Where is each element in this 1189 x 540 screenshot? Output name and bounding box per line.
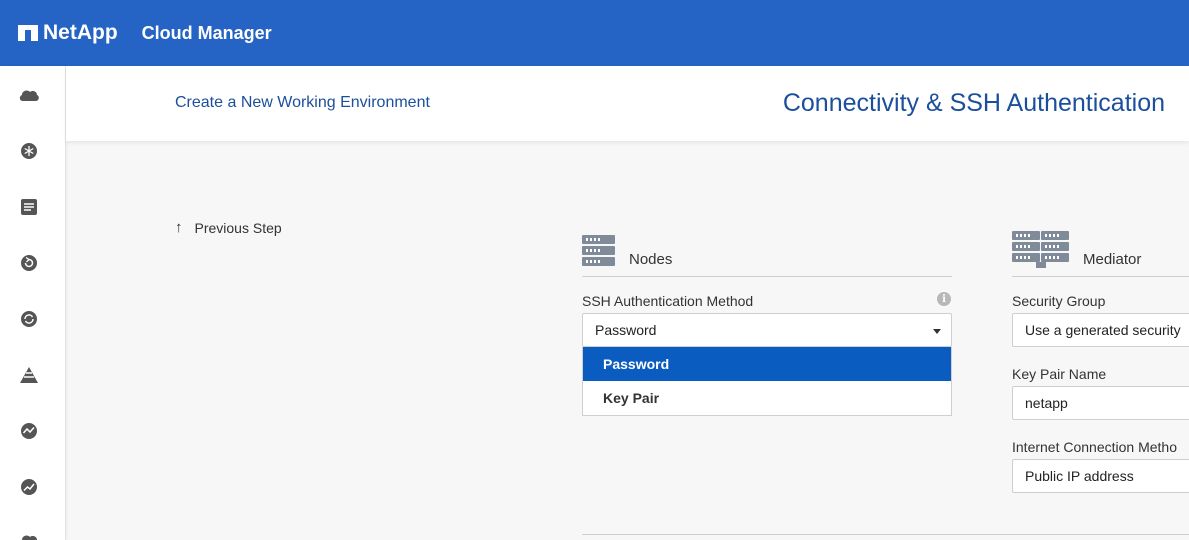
previous-step-label: Previous Step (194, 219, 282, 236)
security-group-select[interactable]: Use a generated security (1012, 313, 1189, 347)
partial-nav-icon[interactable] (18, 528, 40, 540)
cloud-icon[interactable] (18, 84, 40, 106)
internet-connection-value: Public IP address (1025, 468, 1134, 484)
analytics-icon[interactable] (18, 476, 40, 498)
product-name: Cloud Manager (141, 22, 272, 43)
top-bar: NetApp Cloud Manager (0, 0, 1189, 66)
key-pair-select[interactable]: netapp (1012, 386, 1189, 420)
server-icon (582, 235, 615, 266)
option-key-pair[interactable]: Key Pair (583, 381, 951, 415)
page-title: Connectivity & SSH Authentication (782, 89, 1165, 117)
security-group-label: Security Group (1012, 293, 1106, 309)
mediator-section-header: Mediator (1012, 222, 1189, 277)
brand-name: NetApp (43, 21, 118, 44)
caret-down-icon (933, 329, 941, 334)
backup-icon[interactable] (18, 252, 40, 274)
ssh-auth-select[interactable]: Password (582, 313, 952, 347)
ssh-auth-dropdown: Password Key Pair (582, 347, 952, 416)
mediator-servers-icon (1012, 231, 1069, 276)
nodes-section-header: Nodes (582, 222, 952, 277)
mediator-title: Mediator (1083, 251, 1142, 268)
tiering-icon[interactable] (18, 364, 40, 386)
nodes-title: Nodes (629, 251, 673, 268)
monitor-icon[interactable] (18, 420, 40, 442)
key-pair-label: Key Pair Name (1012, 366, 1107, 382)
internet-connection-label: Internet Connection Metho (1012, 439, 1177, 455)
internet-connection-select[interactable]: Public IP address (1012, 459, 1189, 493)
left-nav (0, 66, 66, 540)
snowflake-icon[interactable] (18, 140, 40, 162)
divider (582, 534, 1189, 535)
ssh-auth-value: Password (595, 322, 657, 338)
netapp-logo-icon (18, 25, 38, 41)
breadcrumb[interactable]: Create a New Working Environment (175, 94, 430, 112)
previous-step-button[interactable]: ↑ Previous Step (175, 219, 282, 236)
security-group-value: Use a generated security (1025, 322, 1181, 338)
list-icon[interactable] (18, 196, 40, 218)
page-header: Create a New Working Environment Connect… (66, 66, 1189, 141)
info-icon[interactable]: i (937, 292, 951, 306)
key-pair-value: netapp (1025, 395, 1068, 411)
sync-icon[interactable] (18, 308, 40, 330)
ssh-auth-label: SSH Authentication Method (582, 293, 754, 309)
option-password[interactable]: Password (583, 347, 951, 381)
netapp-logo[interactable]: NetApp (18, 21, 118, 45)
arrow-up-icon: ↑ (175, 219, 183, 236)
